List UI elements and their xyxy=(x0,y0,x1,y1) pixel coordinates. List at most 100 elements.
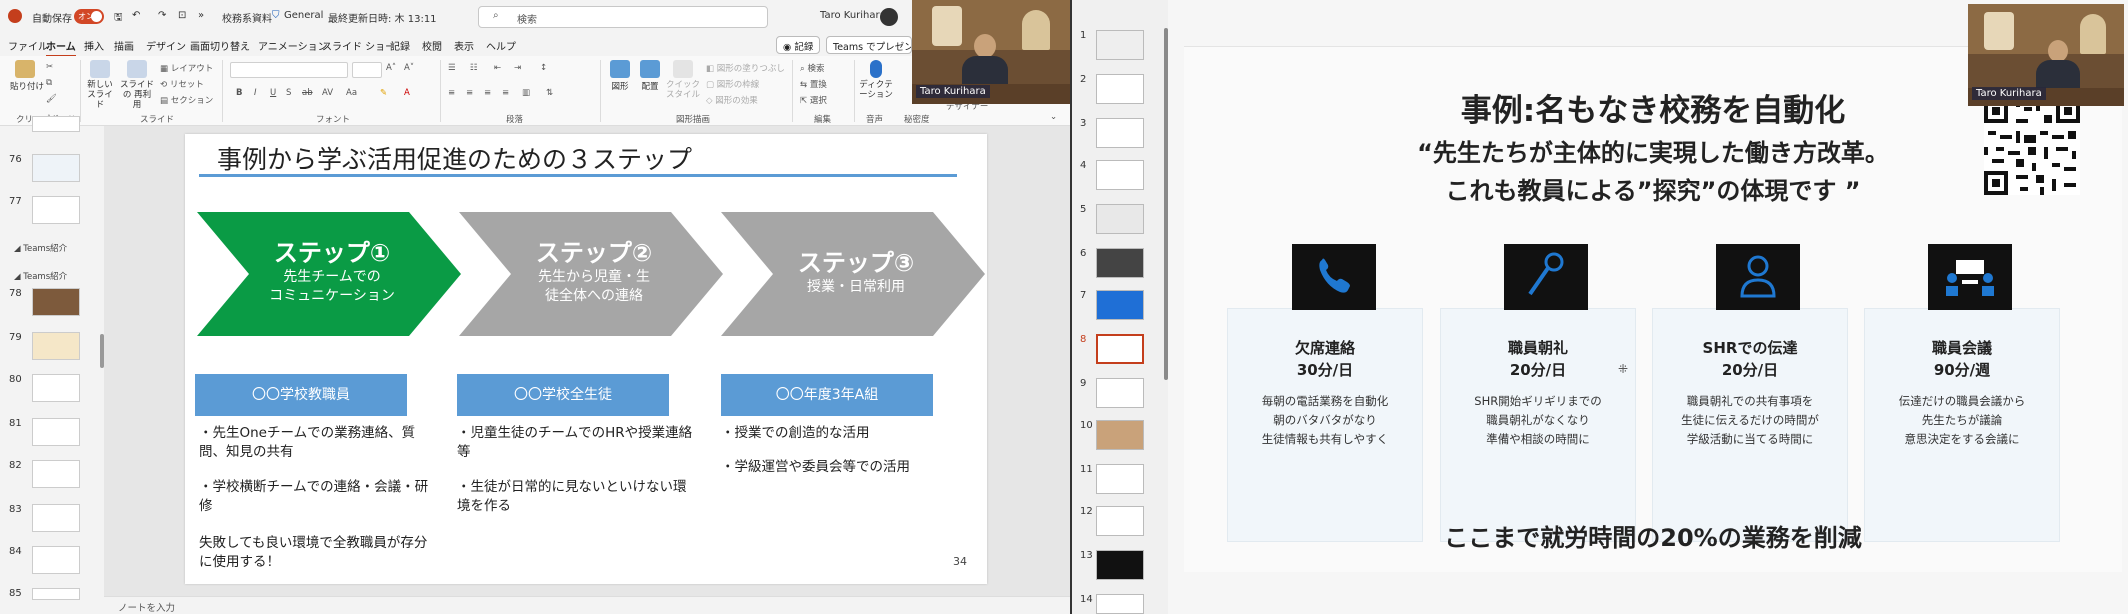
section-label: セクション xyxy=(170,96,214,106)
record-button[interactable]: ◉ 記録 xyxy=(776,36,821,54)
paste-button[interactable]: 貼り付け xyxy=(10,60,44,92)
select-button[interactable]: ⇱ 選択 xyxy=(800,94,827,106)
slide-thumbnail[interactable] xyxy=(1096,74,1144,104)
avatar[interactable] xyxy=(880,8,898,26)
shapes-button[interactable]: 図形 xyxy=(606,60,634,92)
slide-thumbnail[interactable] xyxy=(32,196,80,224)
section-teams-intro[interactable]: ◢ Teams紹介 xyxy=(14,242,67,254)
slide-thumbnail[interactable] xyxy=(1096,464,1144,494)
current-slide[interactable]: 事例から学ぶ活用促進のための３ステップ ステップ① 先生チームでの コミュニケー… xyxy=(185,134,987,584)
tab-transitions[interactable]: 画面切り替え xyxy=(190,38,250,53)
slide-thumbnail[interactable] xyxy=(32,332,80,360)
align-right-icon[interactable]: ≡ xyxy=(484,88,491,98)
increase-indent-icon[interactable]: ⇥ xyxy=(514,63,521,73)
section-button[interactable]: ▤ セクション xyxy=(160,94,213,106)
slide-thumbnail[interactable] xyxy=(1096,160,1144,190)
shape-effects-button[interactable]: ◇ 図形の効果 xyxy=(706,94,758,106)
slide-thumbnail[interactable] xyxy=(32,116,80,132)
spacing-icon[interactable]: AV xyxy=(322,88,333,98)
collapse-ribbon-icon[interactable]: ⌄ xyxy=(1050,112,1057,122)
shape-outline-button[interactable]: ▢ 図形の枠線 xyxy=(706,78,759,90)
slide-thumbnail[interactable] xyxy=(1096,118,1144,148)
tab-design[interactable]: デザイン xyxy=(146,38,186,53)
teams-present-button[interactable]: Teams でプレゼン xyxy=(826,36,912,54)
text-direction-icon[interactable]: ⇅ xyxy=(546,88,553,98)
format-painter-icon[interactable]: 🖌 xyxy=(46,94,57,104)
align-left-icon[interactable]: ≡ xyxy=(448,88,455,98)
more-commands-icon[interactable]: » xyxy=(198,10,204,21)
slide-thumbnail[interactable] xyxy=(32,460,80,488)
arrange-button[interactable]: 配置 xyxy=(636,60,664,92)
bullet-text: 失敗しても良い環境で全教職員が存分に使用する！ xyxy=(199,535,428,570)
slide-thumbnail[interactable] xyxy=(32,546,80,574)
columns-icon[interactable]: ▥ xyxy=(522,88,530,98)
tab-view[interactable]: 表示 xyxy=(454,38,474,53)
numbering-icon[interactable]: ☷ xyxy=(470,63,478,73)
slide-thumbnail[interactable] xyxy=(1096,550,1144,580)
slide-thumbnail[interactable] xyxy=(1096,290,1144,320)
align-center-icon[interactable]: ≡ xyxy=(466,88,473,98)
quick-styles-button[interactable]: クイック スタイル xyxy=(666,60,700,100)
slide-thumbnail[interactable] xyxy=(1096,420,1144,450)
tab-slideshow[interactable]: スライド ショー xyxy=(322,38,395,53)
layout-button[interactable]: ▦ レイアウト xyxy=(160,62,213,74)
cut-icon[interactable]: ✂ xyxy=(46,62,53,72)
tab-insert[interactable]: 挿入 xyxy=(84,38,104,53)
bold-icon[interactable]: B xyxy=(236,88,242,98)
dictate-button[interactable]: ディクテーション xyxy=(858,60,894,100)
copy-icon[interactable]: ⧉ xyxy=(46,78,52,88)
slide-thumbnail[interactable] xyxy=(32,504,80,532)
tab-help[interactable]: ヘルプ xyxy=(486,38,516,53)
slide-thumbnail[interactable] xyxy=(1096,248,1144,278)
new-slide-button[interactable]: 新しい スライド xyxy=(86,60,114,110)
slide-thumbnail[interactable] xyxy=(32,154,80,182)
font-name-select[interactable] xyxy=(230,62,348,78)
change-case-icon[interactable]: Aa xyxy=(346,88,357,98)
search-input[interactable]: ⌕ 検索 xyxy=(478,6,768,28)
slide-thumbnail[interactable] xyxy=(1096,30,1144,60)
section-teams-intro[interactable]: ◢ Teams紹介 xyxy=(14,270,67,282)
slide-thumbnail[interactable] xyxy=(1096,506,1144,536)
thumbnail-scrollbar[interactable] xyxy=(1164,28,1168,380)
replace-button[interactable]: ⇆ 置換 xyxy=(800,78,827,90)
tab-animations[interactable]: アニメーション xyxy=(258,38,328,53)
tab-record[interactable]: 記録 xyxy=(390,38,410,53)
slide-thumbnail[interactable] xyxy=(32,374,80,402)
tab-review[interactable]: 校閲 xyxy=(422,38,442,53)
italic-icon[interactable]: I xyxy=(254,88,257,98)
bullets-icon[interactable]: ☰ xyxy=(448,63,456,73)
font-size-select[interactable] xyxy=(352,62,382,78)
reuse-slide-button[interactable]: スライドの 再利用 xyxy=(120,60,154,110)
tab-file[interactable]: ファイル xyxy=(8,38,48,53)
tab-draw[interactable]: 描画 xyxy=(114,38,134,53)
justify-icon[interactable]: ≡ xyxy=(502,88,509,98)
autosave-toggle[interactable]: オン xyxy=(74,9,104,24)
redo-icon[interactable]: ↷ xyxy=(158,10,166,21)
slide-thumbnail[interactable] xyxy=(32,588,80,600)
decrease-indent-icon[interactable]: ⇤ xyxy=(494,63,501,73)
strikethrough-icon[interactable]: ab xyxy=(302,88,313,98)
slide-thumbnail[interactable] xyxy=(32,418,80,446)
start-slideshow-icon[interactable]: ⊡ xyxy=(178,10,186,21)
reset-button[interactable]: ⟲ リセット xyxy=(160,78,204,90)
undo-icon[interactable]: ↶ xyxy=(132,10,140,21)
font-color-icon[interactable]: A xyxy=(404,88,410,98)
tab-home[interactable]: ホーム xyxy=(46,38,76,57)
last-updated[interactable]: 最終更新日時: 木 13:11 xyxy=(328,10,437,25)
underline-icon[interactable]: U xyxy=(270,88,276,98)
save-icon[interactable]: 🖫 xyxy=(114,10,123,27)
slide-thumbnail-selected[interactable] xyxy=(1096,334,1144,364)
slide-thumbnail[interactable] xyxy=(32,288,80,316)
slide-thumbnail[interactable] xyxy=(1096,594,1144,614)
line-spacing-icon[interactable]: ↕ xyxy=(540,63,547,73)
highlight-icon[interactable]: ✎ xyxy=(380,88,387,98)
notes-input[interactable]: ノートを入力 xyxy=(104,596,1070,614)
slide-thumbnail[interactable] xyxy=(1096,378,1144,408)
grow-font-icon[interactable]: A˄ xyxy=(386,63,396,73)
shrink-font-icon[interactable]: A˅ xyxy=(404,63,414,73)
find-button[interactable]: ⌕ 検索 xyxy=(800,62,824,74)
slide-thumbnail[interactable] xyxy=(1096,204,1144,234)
sensitivity-label[interactable]: General xyxy=(284,10,323,21)
shape-fill-button[interactable]: ◧ 図形の塗りつぶし xyxy=(706,62,785,74)
shadow-icon[interactable]: S xyxy=(286,88,291,98)
